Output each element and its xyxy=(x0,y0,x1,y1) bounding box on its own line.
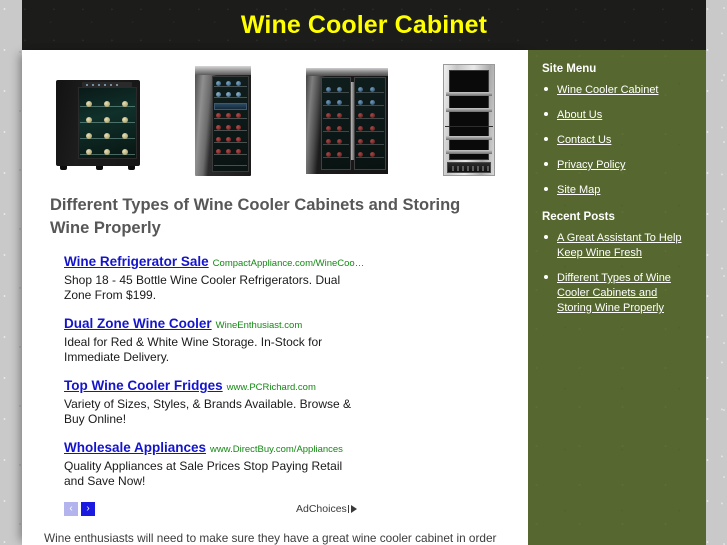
ad-headline-row: Wine Refrigerator Sale CompactAppliance.c… xyxy=(64,254,494,271)
product-image-countertop-glass-door-wine-cooler xyxy=(55,80,140,170)
ad-title-link[interactable]: Dual Zone Wine Cooler xyxy=(64,316,212,331)
ad-item[interactable]: Wholesale Appliances www.DirectBuy.com/Ap… xyxy=(64,440,494,489)
adchoices-bar-icon xyxy=(347,505,349,513)
product-image-built-in-stainless-wine-cooler xyxy=(442,64,495,176)
sidebar-item-contact-us[interactable]: Contact Us xyxy=(557,134,611,146)
ad-next-arrow-icon[interactable]: › xyxy=(81,502,95,516)
article-body: Wine enthusiasts will need to make sure … xyxy=(44,531,497,545)
sidebar-item-about-us[interactable]: About Us xyxy=(557,109,602,121)
product-image-double-door-wine-cooler xyxy=(305,68,388,174)
ad-display-url: CompactAppliance.com/WineCoo… xyxy=(212,258,365,269)
main-content: Different Types of Wine Cooler Cabinets … xyxy=(22,50,528,545)
ad-prev-arrow-icon[interactable]: ‹ xyxy=(64,502,78,516)
ad-description: Quality Appliances at Sale Prices Stop P… xyxy=(64,459,343,488)
product-image-slim-stainless-wine-cooler xyxy=(194,66,251,176)
list-item: Contact Us xyxy=(542,132,692,147)
adchoices-link[interactable]: AdChoices xyxy=(296,502,357,516)
ad-item[interactable]: Top Wine Cooler Fridges www.PCRichard.com… xyxy=(64,378,494,427)
sidebar-heading-site-menu: Site Menu xyxy=(542,63,597,75)
ad-item[interactable]: Wine Refrigerator Sale CompactAppliance.c… xyxy=(64,254,494,303)
ad-description: Variety of Sizes, Styles, & Brands Avail… xyxy=(64,397,352,426)
recent-post-great-assistant[interactable]: A Great Assistant To Help Keep Wine Fres… xyxy=(557,232,682,259)
ad-description: Shop 18 - 45 Bottle Wine Cooler Refriger… xyxy=(64,273,341,302)
list-item: Wine Cooler Cabinet xyxy=(542,82,692,97)
sidebar-recent-posts-list: A Great Assistant To Help Keep Wine Fres… xyxy=(542,230,692,315)
sidebar: Site Menu Wine Cooler Cabinet About Us C… xyxy=(528,50,706,545)
list-item: About Us xyxy=(542,107,692,122)
ad-item[interactable]: Dual Zone Wine Cooler WineEnthusiast.com … xyxy=(64,316,494,365)
recent-post-different-types[interactable]: Different Types of Wine Cooler Cabinets … xyxy=(557,272,671,314)
site-wrapper: Wine Cooler Cabinet Different Types of W… xyxy=(22,0,706,545)
ad-title-link[interactable]: Wine Refrigerator Sale xyxy=(64,254,209,269)
list-item: A Great Assistant To Help Keep Wine Fres… xyxy=(542,230,692,260)
ad-title-link[interactable]: Top Wine Cooler Fridges xyxy=(64,378,223,393)
ad-display-url: www.DirectBuy.com/Appliances xyxy=(210,444,343,455)
list-item: Privacy Policy xyxy=(542,157,692,172)
adchoices-label: AdChoices xyxy=(296,503,347,515)
list-item: Different Types of Wine Cooler Cabinets … xyxy=(542,270,692,315)
ad-title-link[interactable]: Wholesale Appliances xyxy=(64,440,206,455)
adchoices-triangle-icon xyxy=(350,505,357,513)
ad-block: Wine Refrigerator Sale CompactAppliance.c… xyxy=(64,254,494,489)
sidebar-site-menu-list: Wine Cooler Cabinet About Us Contact Us … xyxy=(542,82,692,197)
sidebar-item-site-map[interactable]: Site Map xyxy=(557,184,600,196)
ad-headline-row: Wholesale Appliances www.DirectBuy.com/Ap… xyxy=(64,440,494,457)
ad-display-url: WineEnthusiast.com xyxy=(215,320,303,331)
ad-display-url: www.PCRichard.com xyxy=(226,382,316,393)
sidebar-heading-recent-posts: Recent Posts xyxy=(542,211,615,223)
article-title: Different Types of Wine Cooler Cabinets … xyxy=(50,196,461,237)
sidebar-item-wine-cooler-cabinet[interactable]: Wine Cooler Cabinet xyxy=(557,84,659,96)
ad-headline-row: Dual Zone Wine Cooler WineEnthusiast.com xyxy=(64,316,494,333)
ad-footer: ‹ › AdChoices xyxy=(64,502,494,524)
ad-headline-row: Top Wine Cooler Fridges www.PCRichard.com xyxy=(64,378,494,395)
ad-description: Ideal for Red & White Wine Storage. In-S… xyxy=(64,335,323,364)
list-item: Site Map xyxy=(542,182,692,197)
site-header: Wine Cooler Cabinet xyxy=(22,0,706,50)
page-title: Wine Cooler Cabinet xyxy=(240,11,488,39)
product-image-strip xyxy=(22,56,528,182)
sidebar-item-privacy-policy[interactable]: Privacy Policy xyxy=(557,159,625,171)
